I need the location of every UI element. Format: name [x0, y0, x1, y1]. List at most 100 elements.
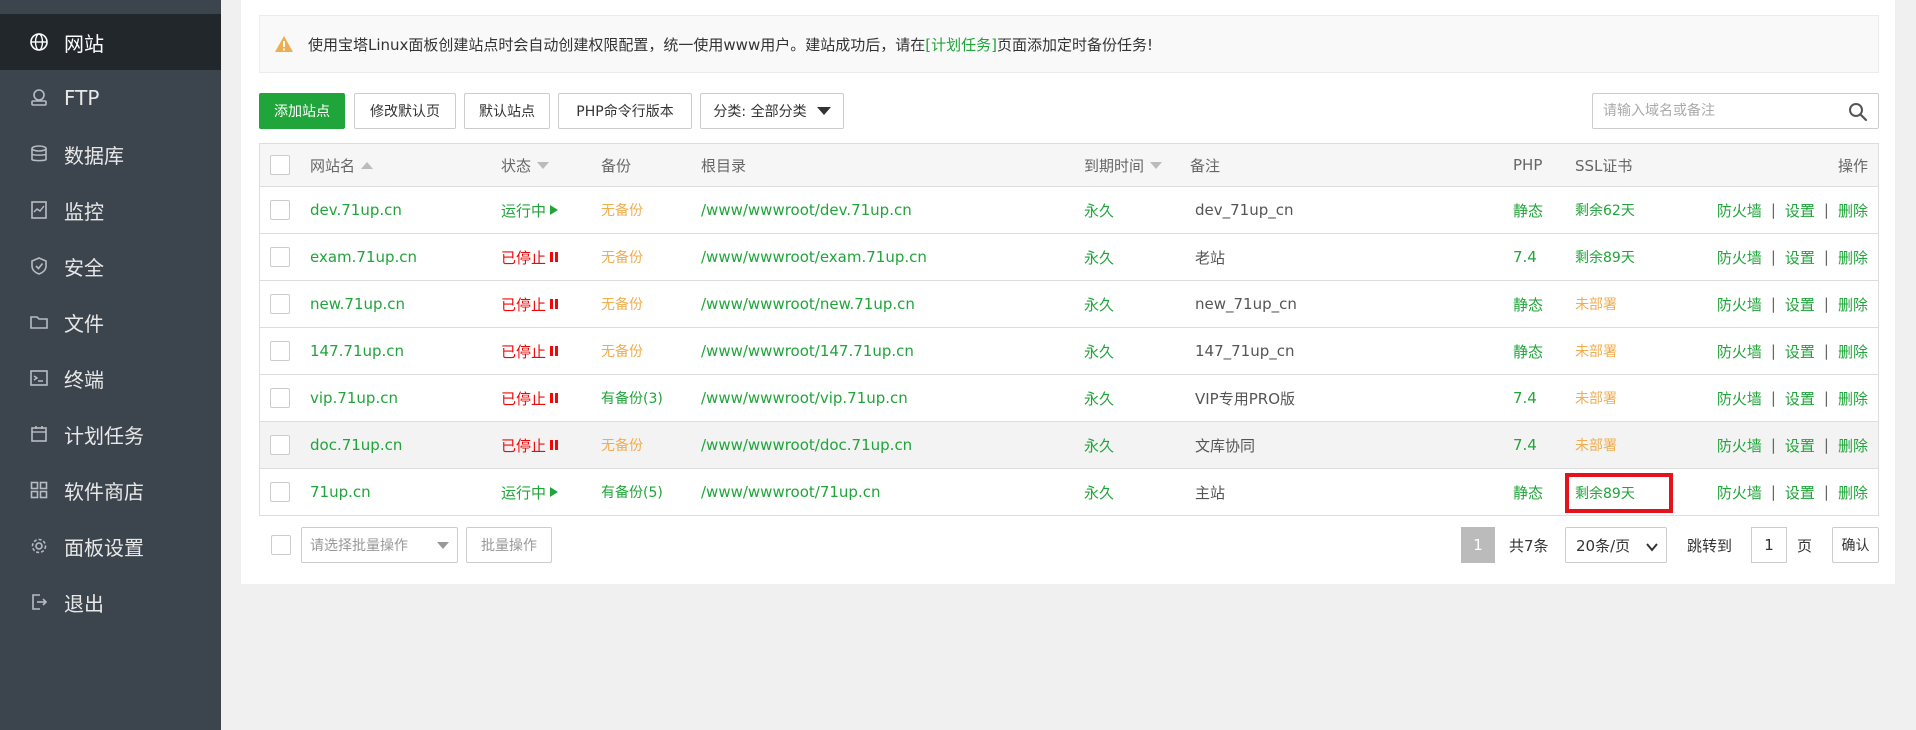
search-icon[interactable] — [1848, 102, 1868, 122]
batch-operation-button[interactable]: 批量操作 — [466, 527, 552, 563]
sidebar-item[interactable]: 面板设置 — [0, 518, 221, 574]
site-name-link[interactable]: exam.71up.cn — [310, 234, 417, 280]
backup-link[interactable]: 无备份 — [601, 328, 643, 374]
settings-link[interactable]: 设置 — [1785, 388, 1815, 409]
search-input[interactable] — [1593, 94, 1833, 128]
root-dir-link[interactable]: /www/wwwroot/new.71up.cn — [701, 281, 915, 327]
site-status-toggle[interactable]: 运行中 — [501, 469, 559, 515]
root-dir-link[interactable]: /www/wwwroot/71up.cn — [701, 469, 880, 515]
root-dir-link[interactable]: /www/wwwroot/doc.71up.cn — [701, 422, 912, 468]
site-name-link[interactable]: vip.71up.cn — [310, 375, 398, 421]
remark-text[interactable]: 文库协同 — [1195, 422, 1255, 468]
php-version-link[interactable]: 7.4 — [1513, 375, 1537, 421]
settings-link[interactable]: 设置 — [1785, 482, 1815, 503]
expire-date[interactable]: 永久 — [1084, 187, 1114, 233]
firewall-link[interactable]: 防火墙 — [1717, 247, 1762, 268]
page-1-button[interactable]: 1 — [1461, 527, 1495, 563]
remark-text[interactable]: dev_71up_cn — [1195, 187, 1294, 233]
ssl-status-link[interactable]: 未部署 — [1575, 281, 1617, 327]
sidebar-item[interactable]: 监控 — [0, 182, 221, 238]
sidebar-item[interactable]: FTP — [0, 70, 221, 126]
site-status-toggle[interactable]: 运行中 — [501, 187, 559, 233]
ssl-status-link[interactable]: 未部署 — [1575, 328, 1617, 374]
ssl-status-link[interactable]: 剩余89天 — [1575, 234, 1635, 280]
sidebar-item[interactable]: 文件 — [0, 294, 221, 350]
site-name-link[interactable]: new.71up.cn — [310, 281, 405, 327]
site-name-link[interactable]: doc.71up.cn — [310, 422, 402, 468]
expire-date[interactable]: 永久 — [1084, 469, 1114, 515]
root-dir-link[interactable]: /www/wwwroot/147.71up.cn — [701, 328, 914, 374]
backup-link[interactable]: 无备份 — [601, 234, 643, 280]
delete-link[interactable]: 删除 — [1838, 294, 1868, 315]
site-status-toggle[interactable]: 已停止 — [501, 375, 559, 421]
php-version-link[interactable]: 7.4 — [1513, 422, 1537, 468]
sidebar-item[interactable]: 安全 — [0, 238, 221, 294]
add-site-button[interactable]: 添加站点 — [259, 93, 345, 129]
sidebar-item[interactable]: 终端 — [0, 350, 221, 406]
root-dir-link[interactable]: /www/wwwroot/dev.71up.cn — [701, 187, 912, 233]
php-version-link[interactable]: 静态 — [1513, 281, 1543, 327]
settings-link[interactable]: 设置 — [1785, 294, 1815, 315]
ssl-status-link[interactable]: 未部署 — [1575, 422, 1617, 468]
settings-link[interactable]: 设置 — [1785, 341, 1815, 362]
sidebar-item[interactable]: 软件商店 — [0, 462, 221, 518]
per-page-select[interactable]: 20条/页 — [1565, 527, 1667, 563]
remark-text[interactable]: 老站 — [1195, 234, 1225, 280]
firewall-link[interactable]: 防火墙 — [1717, 388, 1762, 409]
firewall-link[interactable]: 防火墙 — [1717, 294, 1762, 315]
firewall-link[interactable]: 防火墙 — [1717, 200, 1762, 221]
php-version-link[interactable]: 静态 — [1513, 328, 1543, 374]
site-name-link[interactable]: dev.71up.cn — [310, 187, 402, 233]
delete-link[interactable]: 删除 — [1838, 341, 1868, 362]
remark-text[interactable]: new_71up_cn — [1195, 281, 1297, 327]
site-name-link[interactable]: 71up.cn — [310, 469, 371, 515]
delete-link[interactable]: 删除 — [1838, 200, 1868, 221]
php-version-link[interactable]: 静态 — [1513, 187, 1543, 233]
expire-date[interactable]: 永久 — [1084, 422, 1114, 468]
delete-link[interactable]: 删除 — [1838, 482, 1868, 503]
default-site-button[interactable]: 默认站点 — [464, 93, 550, 129]
remark-text[interactable]: 主站 — [1195, 469, 1225, 515]
batch-operation-select[interactable]: 请选择批量操作 — [301, 527, 458, 563]
backup-link[interactable]: 无备份 — [601, 187, 643, 233]
confirm-jump-button[interactable]: 确认 — [1832, 527, 1879, 563]
ssl-status-link[interactable]: 剩余89天 — [1565, 473, 1673, 513]
footer-select-all-checkbox[interactable] — [271, 535, 291, 555]
expire-date[interactable]: 永久 — [1084, 234, 1114, 280]
row-checkbox[interactable] — [270, 294, 290, 314]
jump-page-input[interactable]: 1 — [1751, 527, 1787, 563]
row-checkbox[interactable] — [270, 341, 290, 361]
sidebar-item[interactable]: 网站 — [0, 14, 221, 70]
col-name[interactable]: 网站名 — [310, 144, 374, 186]
expire-date[interactable]: 永久 — [1084, 375, 1114, 421]
backup-link[interactable]: 无备份 — [601, 281, 643, 327]
root-dir-link[interactable]: /www/wwwroot/vip.71up.cn — [701, 375, 908, 421]
php-cli-version-button[interactable]: PHP命令行版本 — [558, 93, 692, 129]
row-checkbox[interactable] — [270, 388, 290, 408]
remark-text[interactable]: VIP专用PRO版 — [1195, 375, 1295, 421]
expire-date[interactable]: 永久 — [1084, 281, 1114, 327]
root-dir-link[interactable]: /www/wwwroot/exam.71up.cn — [701, 234, 927, 280]
sidebar-item[interactable]: 计划任务 — [0, 406, 221, 462]
col-expire[interactable]: 到期时间 — [1084, 144, 1163, 186]
ssl-status-link[interactable]: 剩余62天 — [1575, 187, 1635, 233]
sidebar-item[interactable]: 退出 — [0, 574, 221, 630]
delete-link[interactable]: 删除 — [1838, 247, 1868, 268]
settings-link[interactable]: 设置 — [1785, 200, 1815, 221]
delete-link[interactable]: 删除 — [1838, 388, 1868, 409]
site-status-toggle[interactable]: 已停止 — [501, 234, 559, 280]
cron-task-link[interactable]: [计划任务] — [925, 34, 997, 55]
row-checkbox[interactable] — [270, 435, 290, 455]
expire-date[interactable]: 永久 — [1084, 328, 1114, 374]
row-checkbox[interactable] — [270, 247, 290, 267]
edit-default-page-button[interactable]: 修改默认页 — [354, 93, 456, 129]
backup-link[interactable]: 无备份 — [601, 422, 643, 468]
backup-link[interactable]: 有备份(3) — [601, 375, 663, 421]
category-select[interactable]: 分类: 全部分类 — [700, 93, 844, 129]
firewall-link[interactable]: 防火墙 — [1717, 341, 1762, 362]
row-checkbox[interactable] — [270, 482, 290, 502]
site-status-toggle[interactable]: 已停止 — [501, 281, 559, 327]
ssl-status-link[interactable]: 未部署 — [1575, 375, 1617, 421]
backup-link[interactable]: 有备份(5) — [601, 469, 663, 515]
settings-link[interactable]: 设置 — [1785, 247, 1815, 268]
